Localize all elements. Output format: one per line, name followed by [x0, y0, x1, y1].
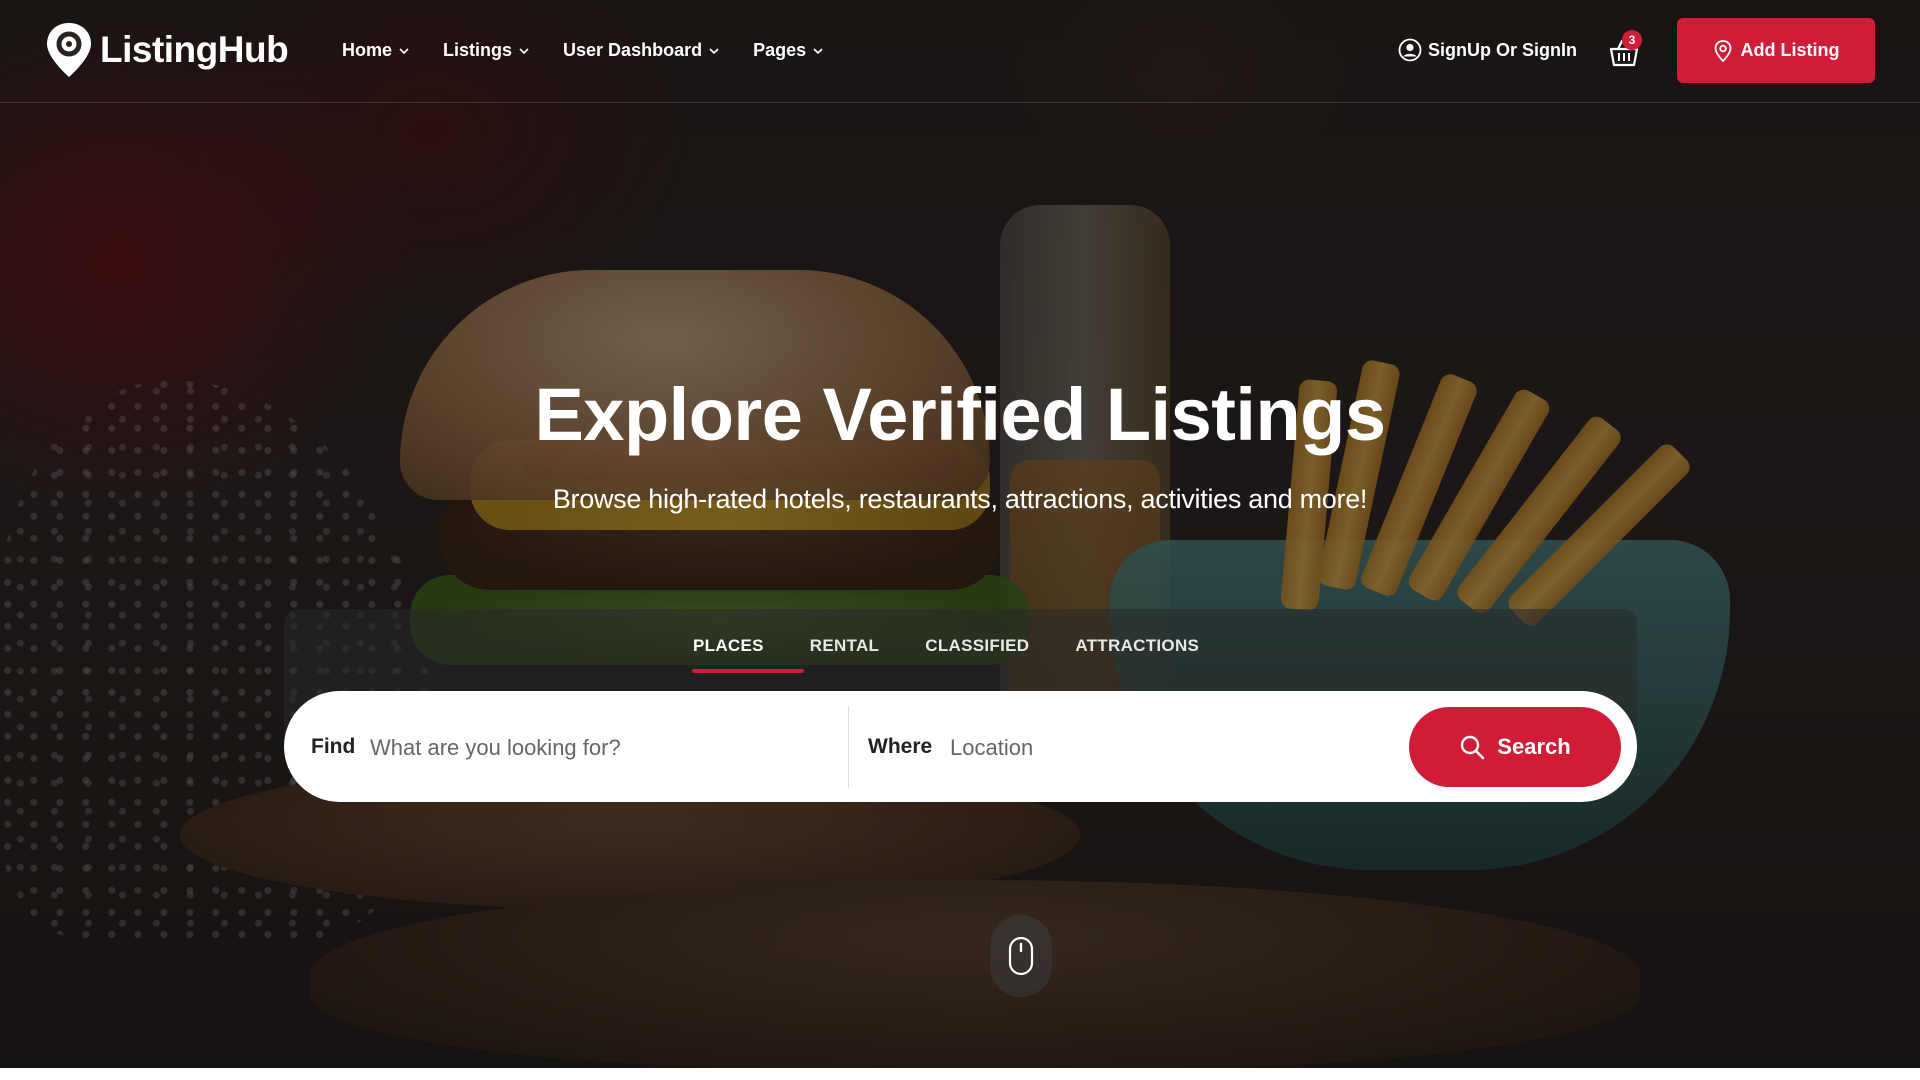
page-bottom-strip: [0, 1068, 1920, 1080]
cart-count-badge: 3: [1622, 30, 1642, 50]
nav-item-listings[interactable]: Listings: [443, 40, 530, 61]
chevron-down-icon: [399, 47, 409, 54]
location-input[interactable]: [950, 728, 1380, 768]
tab-rental[interactable]: RENTAL: [810, 636, 879, 656]
map-pin-logo-icon: [47, 23, 91, 77]
nav-item-pages[interactable]: Pages: [753, 40, 824, 61]
search-tabs: PLACES RENTAL CLASSIFIED ATTRACTIONS: [693, 636, 1245, 656]
search-button-label: Search: [1497, 734, 1571, 759]
nav-item-label: Listings: [443, 40, 513, 60]
tab-classified[interactable]: CLASSIFIED: [925, 636, 1029, 656]
tab-attractions[interactable]: ATTRACTIONS: [1075, 636, 1199, 656]
search-divider: [848, 706, 849, 788]
hero-title: Explore Verified Listings: [534, 373, 1386, 456]
chevron-down-icon: [813, 47, 823, 54]
nav-item-label: Pages: [753, 40, 807, 60]
site-header: ListingHub Home Listings User Dashboard …: [0, 0, 1920, 103]
brand-name: ListingHub: [100, 29, 289, 70]
location-pin-icon: [1714, 39, 1731, 62]
find-label: Find: [311, 735, 356, 758]
search-icon: [1461, 735, 1485, 760]
main-nav: Home Listings User Dashboard Pages: [342, 40, 857, 61]
tab-places[interactable]: PLACES: [693, 636, 764, 656]
user-circle-icon: [1398, 38, 1422, 62]
nav-item-user-dashboard[interactable]: User Dashboard: [563, 40, 720, 61]
signin-link[interactable]: SignUp Or SignIn: [1398, 38, 1577, 62]
signin-label: SignUp Or SignIn: [1428, 39, 1577, 60]
scroll-down-button[interactable]: [990, 915, 1052, 997]
hero-subtitle: Browse high-rated hotels, restaurants, a…: [552, 484, 1368, 514]
hero-overlay: [0, 0, 1920, 1068]
chevron-down-icon: [709, 47, 719, 54]
where-label: Where: [868, 735, 933, 758]
search-button[interactable]: Search: [1409, 707, 1621, 787]
chevron-down-icon: [519, 47, 529, 54]
active-tab-indicator: [692, 669, 804, 673]
add-listing-button[interactable]: Add Listing: [1677, 18, 1875, 83]
nav-item-home[interactable]: Home: [342, 40, 410, 61]
nav-item-label: Home: [342, 40, 393, 60]
hero-background: [0, 0, 1920, 1068]
mouse-scroll-icon: [1008, 936, 1034, 976]
add-listing-label: Add Listing: [1740, 40, 1840, 60]
logo[interactable]: ListingHub: [44, 20, 289, 80]
find-input[interactable]: [370, 728, 830, 768]
nav-item-label: User Dashboard: [563, 40, 703, 60]
